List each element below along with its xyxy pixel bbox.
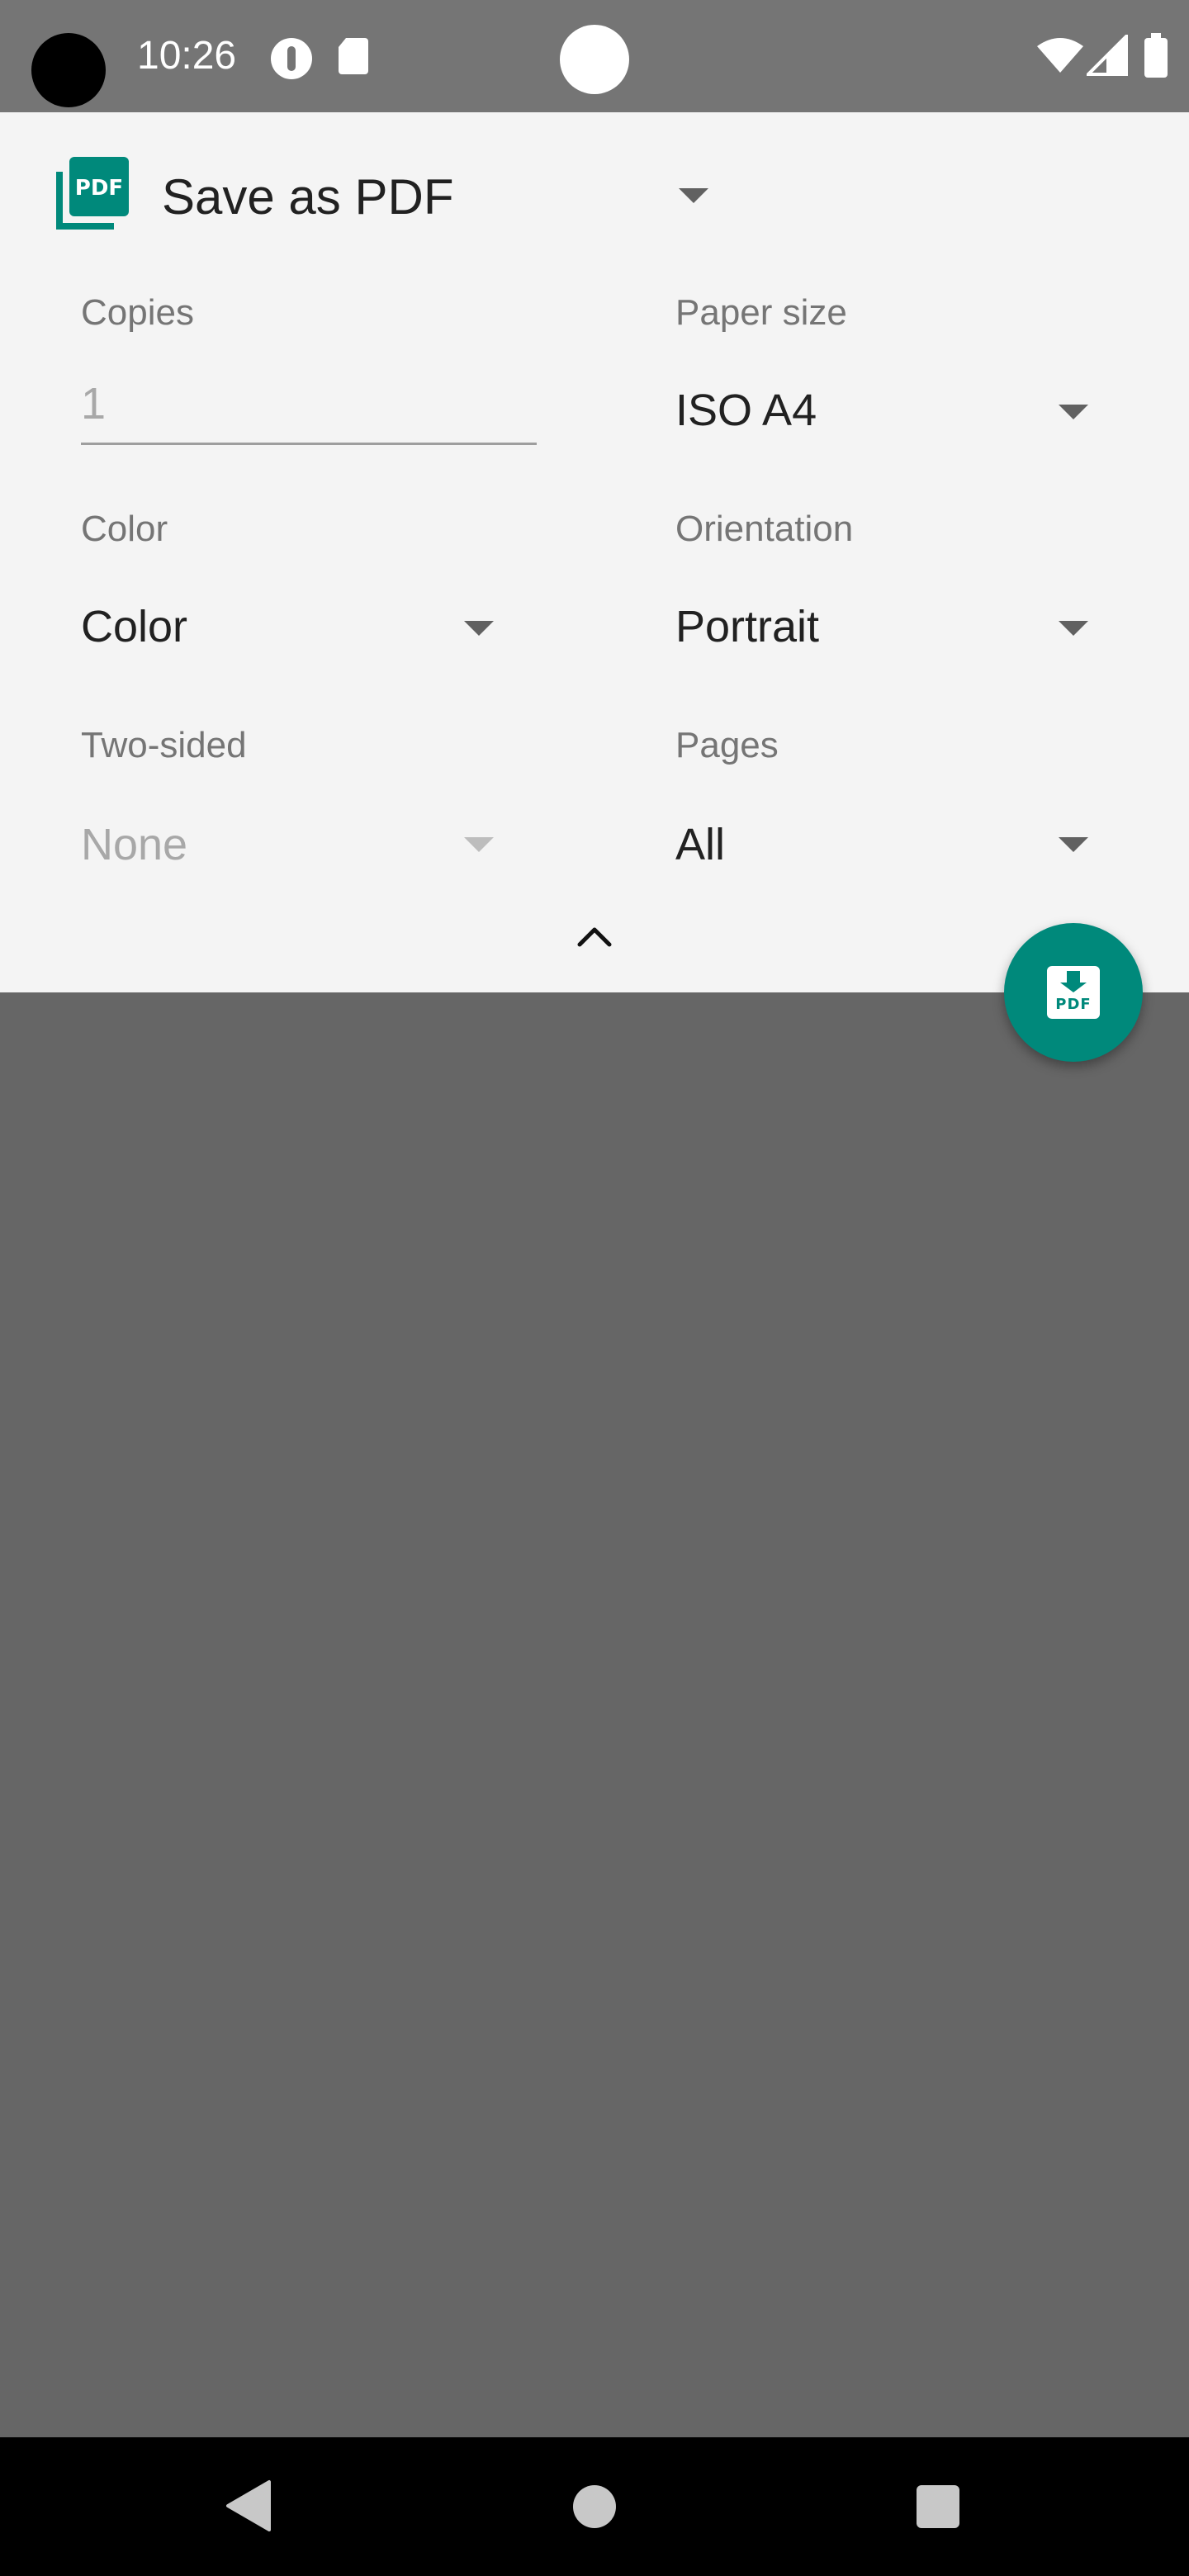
two-sided-label: Two-sided xyxy=(81,725,247,765)
pdf-logo-text: PDF xyxy=(75,176,123,201)
paper-size-label: Paper size xyxy=(675,292,847,333)
two-sided-dropdown-icon xyxy=(464,837,494,852)
copies-underline xyxy=(81,443,537,445)
download-arrow-icon xyxy=(1060,971,1087,992)
back-icon[interactable] xyxy=(225,2479,272,2533)
printer-name: Save as PDF xyxy=(162,169,454,225)
orientation-dropdown-icon[interactable] xyxy=(1059,621,1088,636)
color-dropdown-icon[interactable] xyxy=(464,621,494,636)
orientation-label: Orientation xyxy=(675,509,854,549)
color-select[interactable]: Color xyxy=(81,601,187,652)
printer-selector[interactable]: PDF Save as PDF xyxy=(0,112,1189,277)
chevron-down-icon[interactable] xyxy=(677,187,710,206)
copies-input[interactable]: 1 xyxy=(81,378,106,429)
status-bar: 10:26 xyxy=(0,0,1189,112)
sd-card-icon xyxy=(339,38,368,74)
copies-label: Copies xyxy=(81,292,194,333)
save-pdf-button[interactable]: PDF xyxy=(1004,923,1143,1062)
signal-icon xyxy=(1087,35,1128,76)
print-options-panel: PDF Save as PDF Copies 1 Paper size ISO … xyxy=(0,112,1189,992)
recents-icon[interactable] xyxy=(917,2485,959,2528)
orientation-select[interactable]: Portrait xyxy=(675,601,819,652)
status-time: 10:26 xyxy=(137,34,237,78)
battery-icon xyxy=(1144,33,1168,78)
app-notification-icon xyxy=(271,38,312,79)
camera-cutout xyxy=(31,33,106,107)
paper-size-dropdown-icon[interactable] xyxy=(1059,405,1088,419)
front-sensor xyxy=(560,25,629,94)
navigation-bar xyxy=(0,2437,1189,2576)
pages-label: Pages xyxy=(675,725,779,765)
home-icon[interactable] xyxy=(573,2485,616,2528)
pages-select[interactable]: All xyxy=(675,819,725,870)
wifi-icon xyxy=(1037,38,1083,73)
paper-size-select[interactable]: ISO A4 xyxy=(675,385,817,436)
two-sided-select: None xyxy=(81,820,188,869)
pages-dropdown-icon[interactable] xyxy=(1059,837,1088,852)
pdf-printer-icon: PDF xyxy=(56,157,129,230)
pdf-download-icon: PDF xyxy=(1047,966,1100,1019)
chevron-up-icon[interactable] xyxy=(576,925,613,948)
fab-label: PDF xyxy=(1055,996,1092,1013)
color-label: Color xyxy=(81,509,168,549)
